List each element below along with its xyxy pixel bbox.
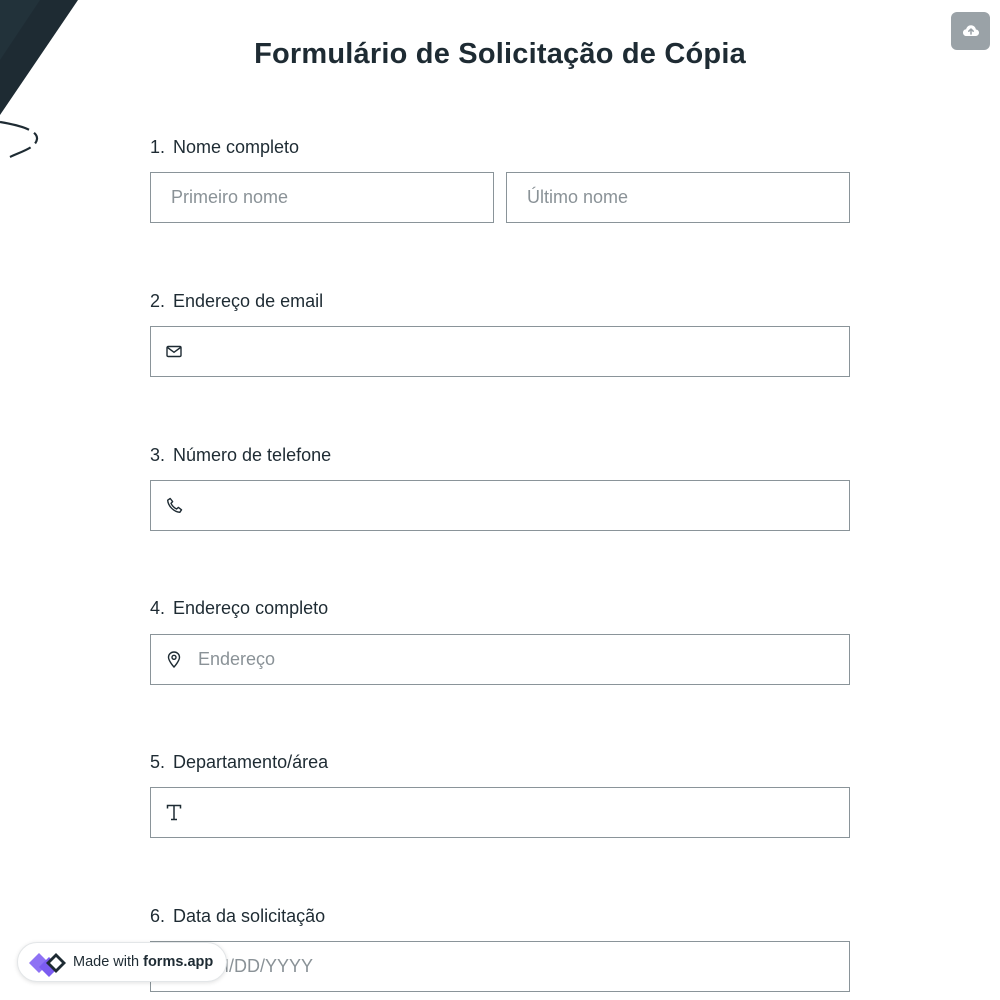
question-number: 6. bbox=[150, 906, 166, 926]
form-page: Formulário de Solicitação de Cópia 1. Nom… bbox=[0, 0, 1000, 1000]
question-text: Data da solicitação bbox=[173, 906, 326, 926]
first-name-field[interactable]: Primeiro nome bbox=[150, 172, 494, 223]
badge-brand: forms.app bbox=[143, 954, 214, 970]
form-title: Formulário de Solicitação de Cópia bbox=[254, 38, 746, 70]
question-text: Endereço de email bbox=[173, 291, 324, 311]
question-label: 5. Departamento/área bbox=[150, 750, 850, 774]
first-name-placeholder: Primeiro nome bbox=[171, 187, 289, 207]
question-label: 6. Data da solicitação bbox=[150, 904, 850, 928]
question-text: Endereço completo bbox=[173, 598, 329, 618]
question-address: 4. Endereço completo bbox=[150, 596, 850, 620]
question-phone: 3. Número de telefone bbox=[150, 443, 850, 467]
question-department: 5. Departamento/área bbox=[150, 750, 850, 774]
question-number: 2. bbox=[150, 291, 166, 311]
last-name-field[interactable]: Último nome bbox=[506, 172, 850, 223]
question-full-name: 1. Nome completo bbox=[150, 135, 850, 159]
cloud-upload-icon bbox=[962, 25, 979, 36]
question-number: 5. bbox=[150, 752, 166, 772]
question-label: 2. Endereço de email bbox=[150, 289, 850, 313]
address-placeholder: Endereço bbox=[198, 649, 276, 669]
map-pin-icon bbox=[165, 650, 183, 668]
badge-text: Made with forms.app bbox=[73, 954, 213, 970]
question-text: Nome completo bbox=[173, 137, 300, 157]
department-field[interactable] bbox=[150, 787, 850, 838]
email-field[interactable] bbox=[150, 326, 850, 377]
made-with-badge[interactable]: Made with forms.app bbox=[17, 942, 227, 982]
question-label: 4. Endereço completo bbox=[150, 596, 850, 620]
question-number: 4. bbox=[150, 598, 166, 618]
phone-icon bbox=[165, 496, 183, 514]
question-label: 3. Número de telefone bbox=[150, 443, 850, 467]
forms-app-logo-icon bbox=[29, 953, 66, 977]
question-number: 3. bbox=[150, 445, 166, 465]
corner-decoration bbox=[0, 0, 78, 158]
question-number: 1. bbox=[150, 137, 166, 157]
phone-field[interactable] bbox=[150, 480, 850, 531]
question-label: 1. Nome completo bbox=[150, 135, 850, 159]
text-icon bbox=[165, 803, 183, 821]
question-email: 2. Endereço de email bbox=[150, 289, 850, 313]
badge-made-with: Made with bbox=[73, 954, 140, 970]
date-field[interactable]: MM/DD/YYYY bbox=[150, 941, 850, 992]
question-text: Departamento/área bbox=[173, 752, 329, 772]
envelope-icon bbox=[165, 342, 183, 360]
question-text: Número de telefone bbox=[173, 445, 332, 465]
question-request-date: 6. Data da solicitação bbox=[150, 904, 850, 928]
address-field[interactable]: Endereço bbox=[150, 634, 850, 685]
last-name-placeholder: Último nome bbox=[527, 187, 629, 207]
